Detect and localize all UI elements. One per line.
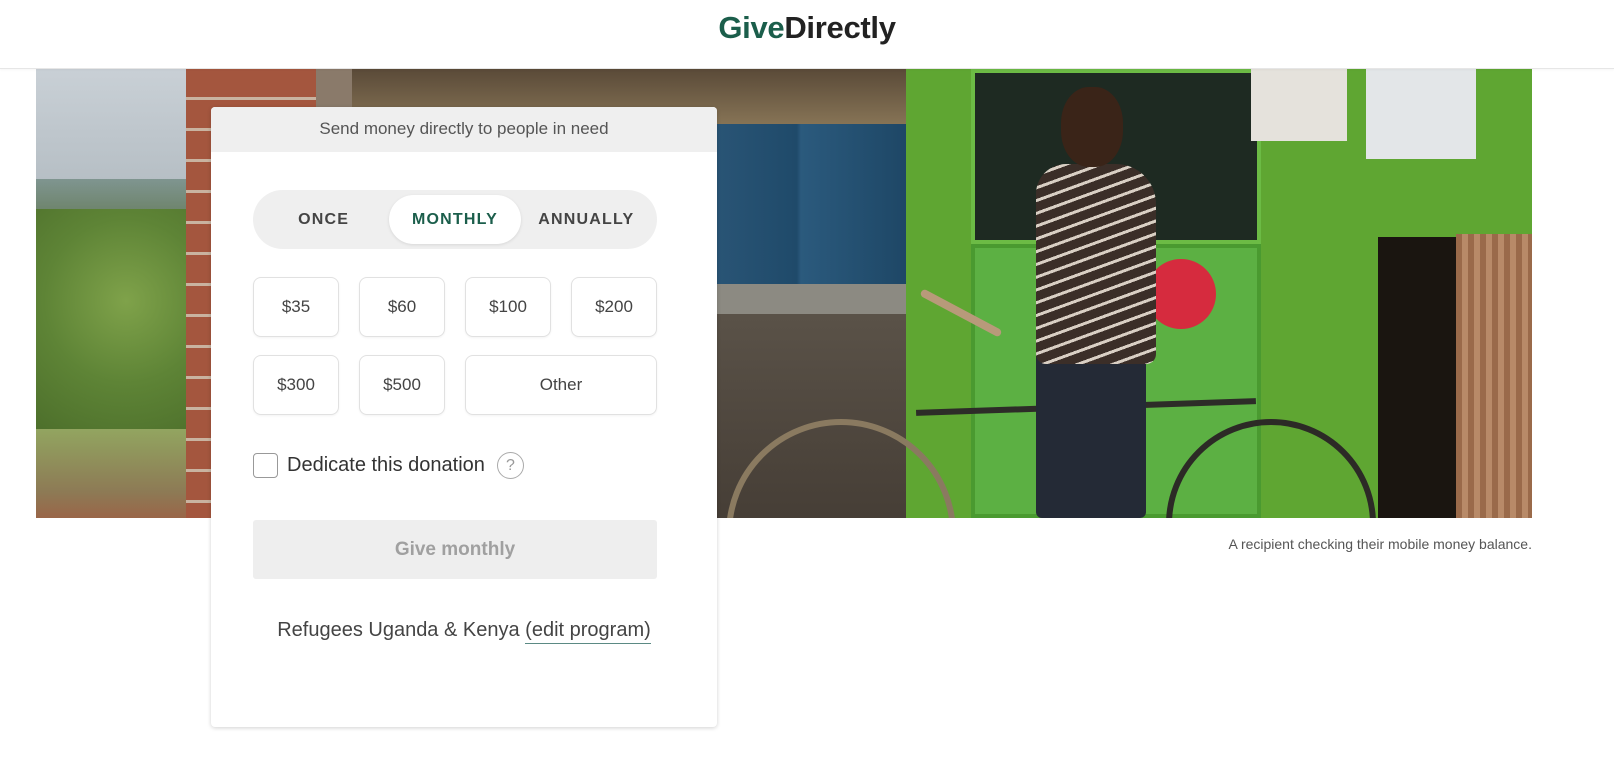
frequency-annually[interactable]: ANNUALLY: [521, 195, 652, 244]
photo-trees: [36, 209, 186, 439]
dedicate-checkbox[interactable]: [253, 453, 278, 478]
frequency-once[interactable]: ONCE: [258, 195, 389, 244]
card-header: Send money directly to people in need: [211, 107, 717, 152]
photo-person-legs: [1036, 349, 1146, 518]
frequency-toggle: ONCE MONTHLY ANNUALLY: [253, 190, 657, 249]
photo-person-head: [1061, 87, 1123, 167]
amount-button[interactable]: $500: [359, 355, 445, 415]
edit-program-link[interactable]: (edit program): [525, 619, 651, 644]
frequency-monthly[interactable]: MONTHLY: [389, 195, 521, 244]
photo-grass: [36, 429, 186, 518]
photo-poster: [1251, 69, 1347, 141]
photo-red-sign: [1146, 259, 1216, 329]
photo-caption: A recipient checking their mobile money …: [1228, 536, 1532, 552]
photo-poster: [1366, 69, 1476, 159]
dedicate-row: Dedicate this donation ?: [253, 452, 524, 479]
givedirectly-logo[interactable]: GiveDirectly: [0, 10, 1614, 46]
amount-button[interactable]: $60: [359, 277, 445, 337]
amount-button[interactable]: $100: [465, 277, 551, 337]
amount-button[interactable]: $35: [253, 277, 339, 337]
amount-button[interactable]: $300: [253, 355, 339, 415]
site-header: GiveDirectly: [0, 0, 1614, 69]
logo-directly: Directly: [784, 10, 896, 45]
photo-person-shirt: [1036, 164, 1156, 364]
amount-grid: $35 $60 $100 $200 $300 $500 Other: [253, 277, 657, 415]
program-selection: Refugees Uganda & Kenya (edit program): [211, 619, 717, 644]
photo-dark-door: [1378, 237, 1458, 518]
photo-blue-door: [696, 124, 906, 284]
dedicate-label[interactable]: Dedicate this donation: [287, 454, 485, 477]
photo-tin-sheet: [1456, 234, 1532, 518]
photo-concrete: [696, 284, 906, 314]
other-amount-button[interactable]: Other: [465, 355, 657, 415]
amount-button[interactable]: $200: [571, 277, 657, 337]
program-name: Refugees Uganda & Kenya: [277, 619, 520, 641]
donation-card: Send money directly to people in need ON…: [211, 107, 717, 727]
give-monthly-button[interactable]: Give monthly: [253, 520, 657, 579]
logo-give: Give: [718, 10, 785, 45]
help-icon[interactable]: ?: [496, 452, 524, 479]
